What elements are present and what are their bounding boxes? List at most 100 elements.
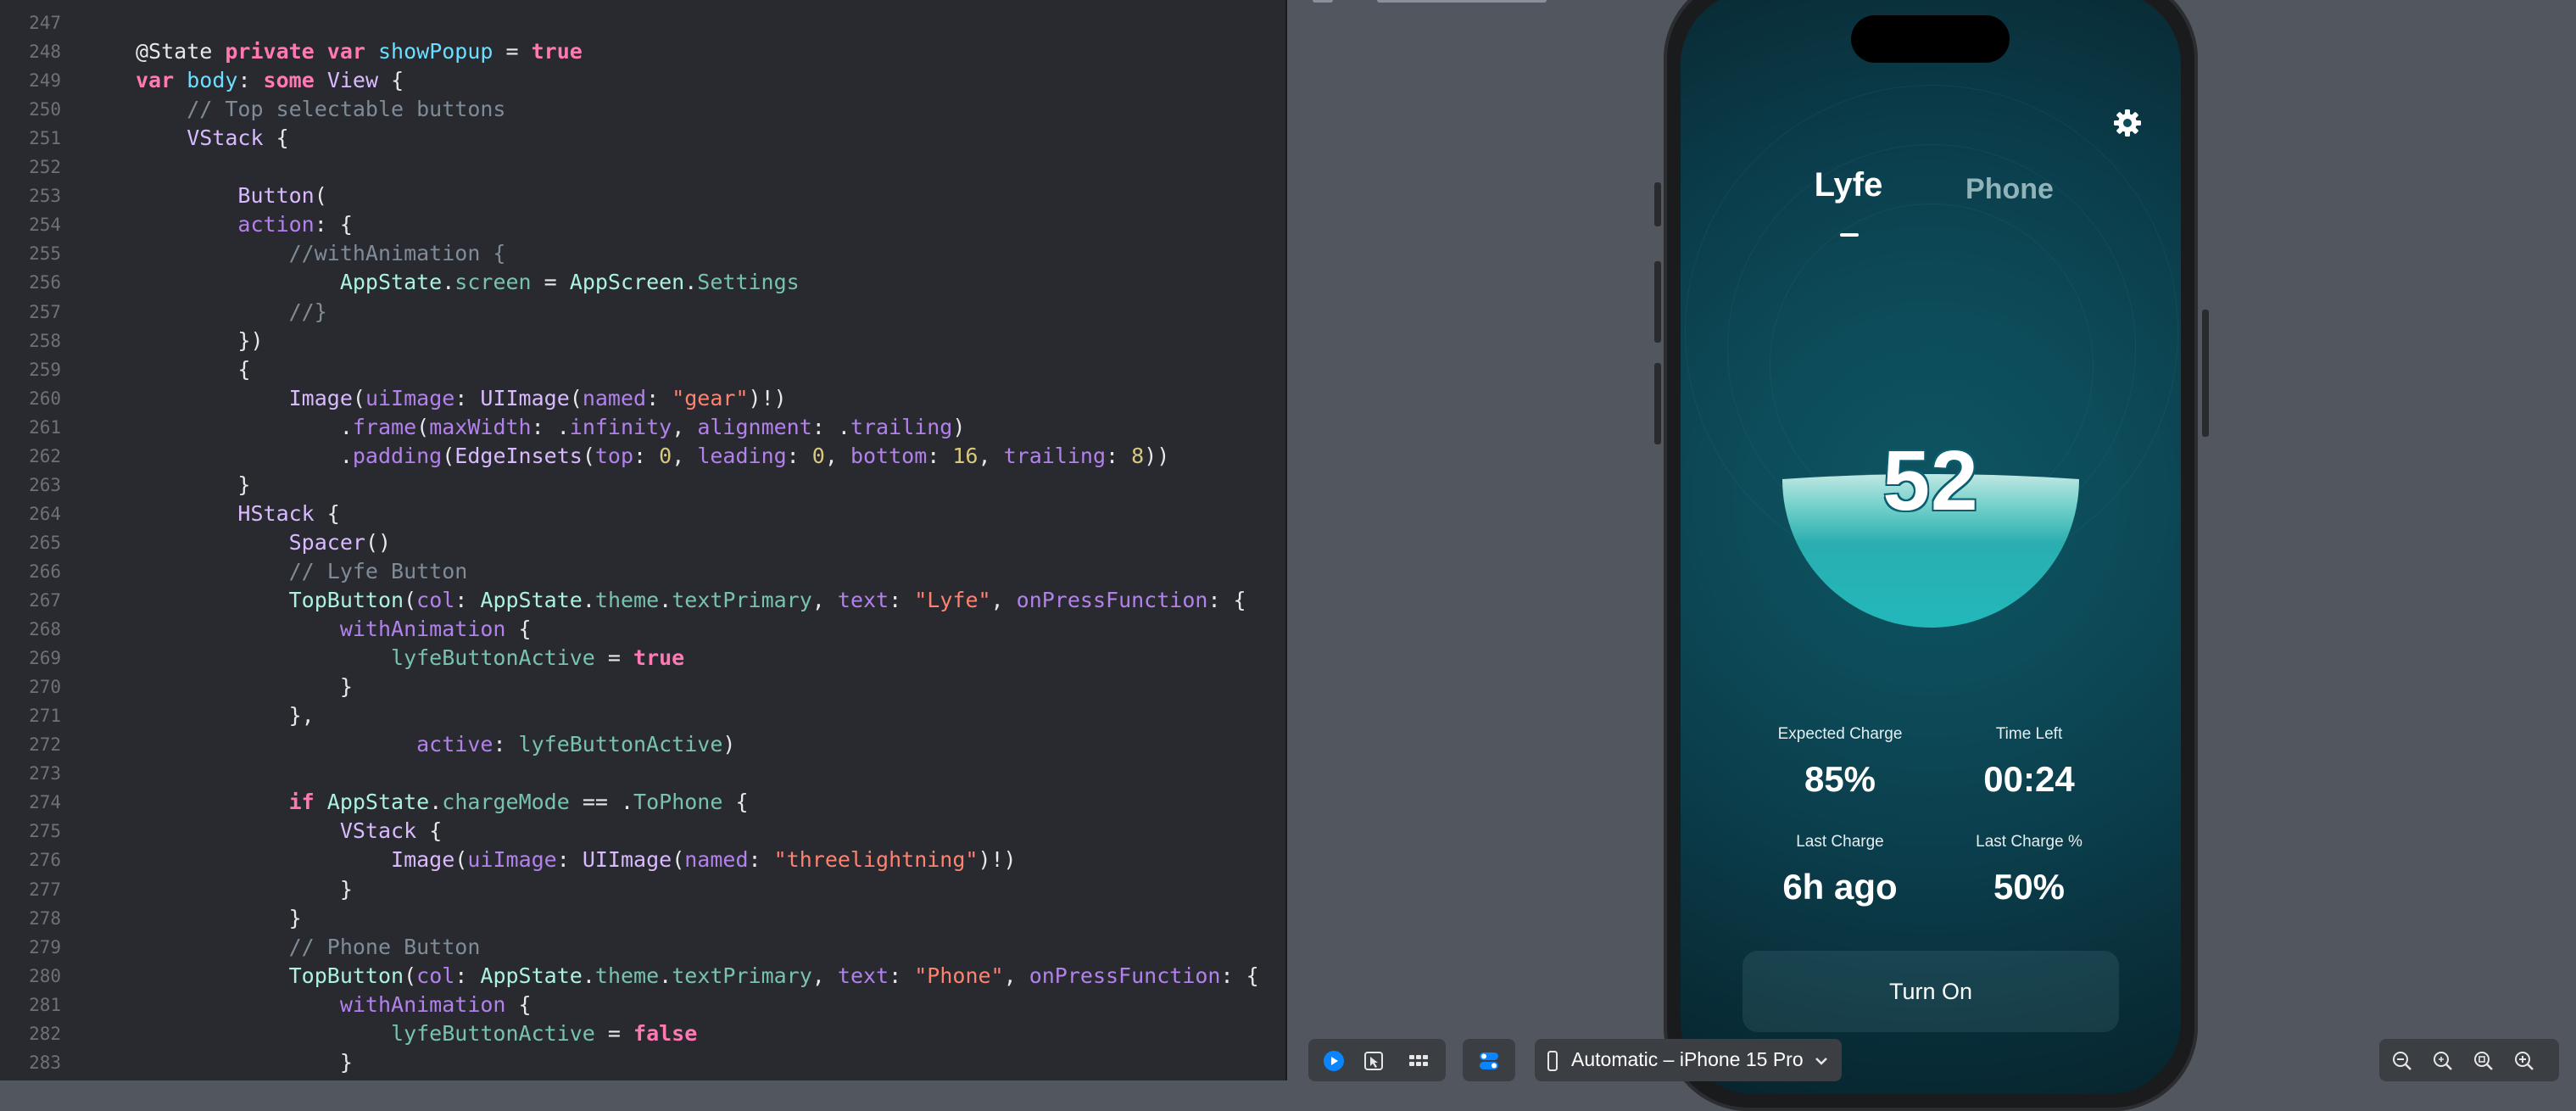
code-line[interactable]: 259 { — [0, 355, 1285, 384]
code-line[interactable]: 267 TopButton(col: AppState.theme.textPr… — [0, 586, 1285, 615]
code-text[interactable]: // Lyfe Button — [136, 557, 468, 586]
tab-phone[interactable]: Phone — [1950, 173, 2069, 206]
zoom-to-fit-icon[interactable] — [2473, 1050, 2495, 1072]
code-line[interactable]: 263 } — [0, 471, 1285, 500]
turn-on-button[interactable]: Turn On — [1742, 951, 2119, 1032]
code-text[interactable]: } — [136, 471, 250, 500]
code-line[interactable]: 255 //withAnimation { — [0, 239, 1285, 268]
code-line[interactable]: 277 } — [0, 875, 1285, 904]
device-settings-icon[interactable] — [1478, 1050, 1500, 1072]
line-number: 280 — [29, 965, 61, 986]
code-token: named — [582, 385, 647, 410]
code-text[interactable]: .frame(maxWidth: .infinity, alignment: .… — [136, 413, 966, 442]
code-line[interactable]: 272 active: lyfeButtonActive) — [0, 730, 1285, 759]
code-text[interactable]: // Top selectable buttons — [136, 95, 505, 124]
code-line[interactable]: 265 Spacer() — [0, 528, 1285, 557]
preview-tab-stub[interactable] — [1377, 0, 1547, 3]
code-text[interactable]: action: { — [136, 210, 352, 239]
code-line[interactable]: 248 @State private var showPopup = true — [0, 37, 1285, 66]
code-token: padding — [352, 443, 443, 468]
chevron-down-icon[interactable] — [1813, 1050, 1830, 1072]
code-text[interactable]: } — [136, 1048, 353, 1077]
code-text[interactable]: @State private var showPopup = true — [136, 37, 583, 66]
code-token: . — [136, 414, 353, 439]
code-text[interactable]: Image(uiImage: UIImage(named: "threeligh… — [136, 846, 1017, 874]
code-line[interactable]: 258 }) — [0, 327, 1285, 355]
code-line[interactable]: 256 AppState.screen = AppScreen.Settings — [0, 268, 1285, 297]
code-text[interactable]: .padding(EdgeInsets(top: 0, leading: 0, … — [136, 442, 1169, 471]
code-line[interactable]: 274 if AppState.chargeMode == .ToPhone { — [0, 788, 1285, 817]
code-text[interactable]: if AppState.chargeMode == .ToPhone { — [136, 788, 749, 817]
code-text[interactable]: }) — [136, 327, 263, 355]
code-text[interactable]: // Phone Button — [136, 933, 481, 962]
code-line[interactable]: 264 HStack { — [0, 500, 1285, 528]
code-line[interactable]: 266 // Lyfe Button — [0, 557, 1285, 586]
code-line[interactable]: 249 var body: some View { — [0, 66, 1285, 95]
code-text[interactable]: active: lyfeButtonActive) — [136, 730, 735, 759]
code-token: withAnimation — [136, 617, 506, 642]
code-line[interactable]: 262 .padding(EdgeInsets(top: 0, leading:… — [0, 442, 1285, 471]
zoom-out-icon[interactable] — [2391, 1050, 2413, 1072]
code-token: HStack — [136, 500, 315, 526]
code-text[interactable]: //withAnimation { — [136, 239, 506, 268]
code-line[interactable]: 278 } — [0, 904, 1285, 933]
code-line[interactable]: 247 — [0, 8, 1285, 37]
code-text[interactable]: lyfeButtonActive = true — [136, 644, 684, 673]
code-text[interactable]: TopButton(col: AppState.theme.textPrimar… — [136, 962, 1259, 991]
zoom-actual-size-icon[interactable] — [2432, 1050, 2454, 1072]
code-text[interactable]: } — [136, 673, 353, 701]
code-line[interactable]: 281 withAnimation { — [0, 991, 1285, 1019]
code-token: = — [493, 39, 532, 64]
code-text[interactable]: } — [136, 904, 302, 933]
code-line[interactable]: 269 lyfeButtonActive = true — [0, 644, 1285, 673]
code-text[interactable]: withAnimation { — [136, 991, 532, 1019]
code-text[interactable]: var body: some View { — [136, 66, 404, 95]
code-text[interactable]: Button( — [136, 181, 326, 210]
code-text[interactable]: //} — [136, 298, 327, 327]
preview-tab-stub[interactable] — [1313, 0, 1333, 3]
code-line[interactable]: 257 //} — [0, 298, 1285, 327]
code-text[interactable]: }, — [136, 701, 315, 730]
code-text[interactable]: VStack { — [136, 124, 288, 153]
code-line[interactable]: 275 VStack { — [0, 817, 1285, 846]
live-preview-icon[interactable] — [1323, 1050, 1345, 1072]
code-text[interactable]: withAnimation { — [136, 615, 532, 644]
code-line[interactable]: 268 withAnimation { — [0, 615, 1285, 644]
code-line[interactable]: 260 Image(uiImage: UIImage(named: "gear"… — [0, 384, 1285, 413]
code-line[interactable]: 273 — [0, 759, 1285, 788]
code-line[interactable]: 253 Button( — [0, 181, 1285, 210]
code-text[interactable]: lyfeButtonActive = false — [136, 1019, 697, 1048]
code-text[interactable]: AppState.screen = AppScreen.Settings — [136, 268, 800, 297]
code-text[interactable]: Spacer() — [136, 528, 391, 557]
code-line[interactable]: 282 lyfeButtonActive = false — [0, 1019, 1285, 1048]
code-line[interactable]: 270 } — [0, 673, 1285, 701]
code-text[interactable]: VStack { — [136, 817, 442, 846]
tab-lyfe[interactable]: Lyfe — [1798, 166, 1899, 204]
code-text[interactable]: TopButton(col: AppState.theme.textPrimar… — [136, 586, 1246, 615]
code-text[interactable]: { — [136, 355, 250, 384]
code-line[interactable]: 251 VStack { — [0, 124, 1285, 153]
selectable-mode-icon[interactable] — [1363, 1050, 1385, 1072]
code-line[interactable]: 279 // Phone Button — [0, 933, 1285, 962]
code-editor[interactable]: 247 248 @State private var showPopup = tru… — [0, 0, 1285, 1080]
code-text[interactable]: Image(uiImage: UIImage(named: "gear")!) — [136, 384, 787, 413]
code-line[interactable]: 261 .frame(maxWidth: .infinity, alignmen… — [0, 413, 1285, 442]
variants-grid-icon[interactable] — [1408, 1050, 1430, 1072]
zoom-in-icon[interactable] — [2513, 1050, 2535, 1072]
code-line[interactable]: 271 }, — [0, 701, 1285, 730]
device-label[interactable]: Automatic – iPhone 15 Pro — [1571, 1048, 1804, 1071]
code-text[interactable]: HStack { — [136, 500, 339, 528]
code-token: frame — [352, 414, 417, 439]
code-token: AppState — [480, 963, 583, 988]
code-line[interactable]: 252 — [0, 153, 1285, 181]
code-line[interactable]: 283 } — [0, 1048, 1285, 1077]
code-line[interactable]: 280 TopButton(col: AppState.theme.textPr… — [0, 962, 1285, 991]
code-line[interactable]: 276 Image(uiImage: UIImage(named: "three… — [0, 846, 1285, 874]
code-token: . — [136, 443, 353, 468]
code-token: theme — [594, 588, 660, 612]
code-token: { — [505, 617, 532, 642]
code-line[interactable]: 250 // Top selectable buttons — [0, 95, 1285, 124]
code-line[interactable]: 254 action: { — [0, 210, 1285, 239]
code-text[interactable]: } — [136, 875, 353, 904]
gear-icon[interactable] — [2113, 109, 2142, 137]
